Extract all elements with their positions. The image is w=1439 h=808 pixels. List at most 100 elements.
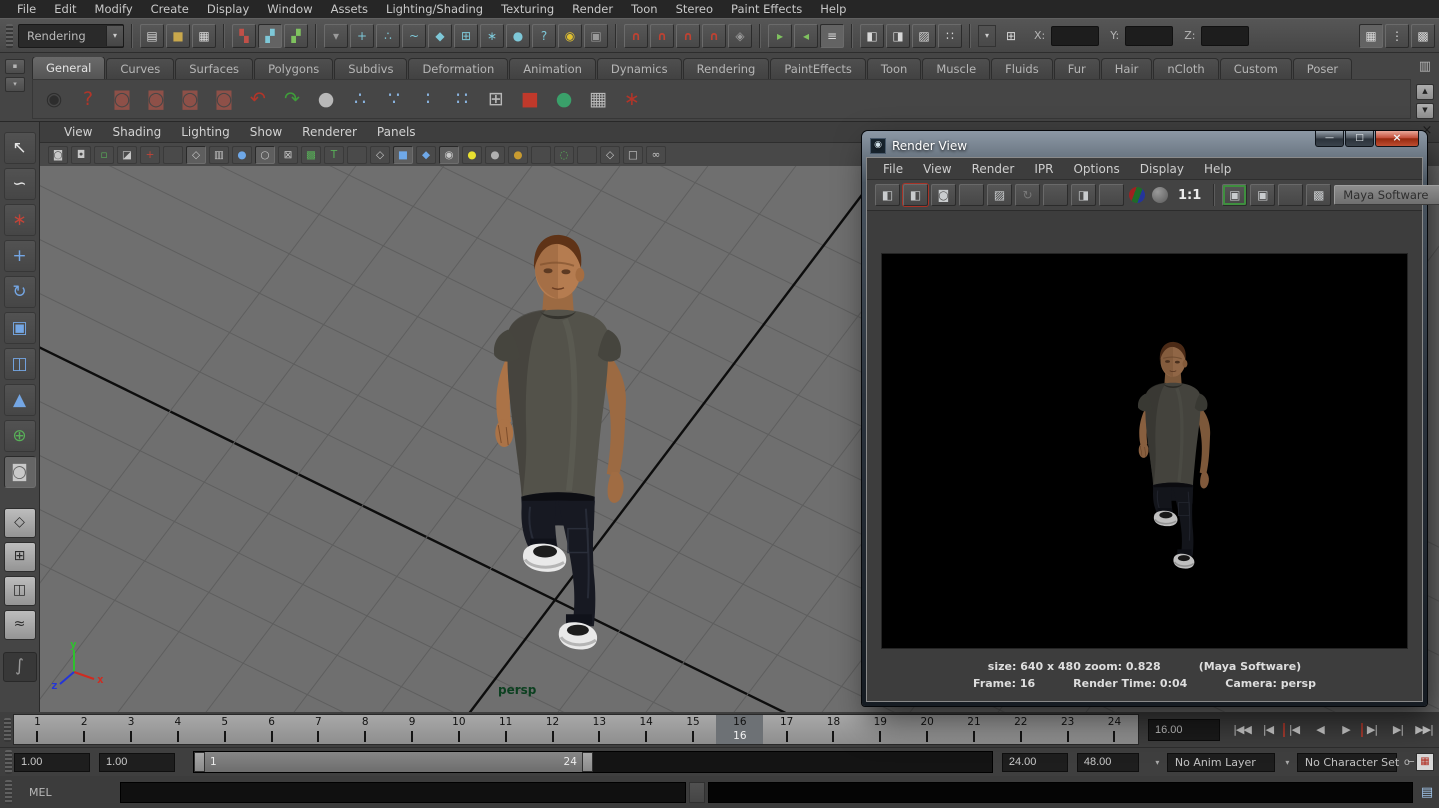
open-render-settings-icon[interactable]: ▩ xyxy=(1306,184,1331,206)
shelf-menu-toggle[interactable]: ▾ xyxy=(5,77,25,92)
paint-selection-tool[interactable]: ∗ xyxy=(4,204,36,236)
grip-handle[interactable] xyxy=(5,750,12,774)
viewport-menu-item[interactable]: Lighting xyxy=(171,125,240,139)
xray-joints-icon[interactable]: ∞ xyxy=(646,146,666,164)
menu-item[interactable]: Render xyxy=(563,0,622,18)
go-to-start-button[interactable]: |◀◀ xyxy=(1229,718,1255,742)
rendered-image[interactable] xyxy=(881,253,1408,649)
timeline-frame[interactable]: 9 xyxy=(389,715,436,744)
render-frame-icon[interactable]: ◧ xyxy=(875,184,900,206)
shelf-tab[interactable]: nCloth xyxy=(1153,58,1218,79)
step-back-key-button[interactable]: |◀ xyxy=(1281,718,1307,742)
timeline-frame[interactable]: 20 xyxy=(904,715,951,744)
show-manipulator-tool[interactable]: ⊕ xyxy=(4,420,36,452)
film-gate-icon[interactable]: ▥ xyxy=(209,146,229,164)
make-live-icon[interactable]: ◈ xyxy=(728,24,752,48)
camera-view-icon[interactable]: ◙ xyxy=(209,84,239,114)
x-coordinate-input[interactable] xyxy=(1051,26,1099,46)
chevron-down-icon[interactable]: ▾ xyxy=(106,26,123,46)
layout-four-pane[interactable]: ⊞ xyxy=(4,542,36,572)
shelf-tab[interactable]: Muscle xyxy=(922,58,990,79)
cluster-icon[interactable]: ∷ xyxy=(447,84,477,114)
universal-manipulator-tool[interactable]: ◫ xyxy=(4,348,36,380)
timeline-frame[interactable]: 13 xyxy=(576,715,623,744)
lattice-icon[interactable]: ▦ xyxy=(583,84,613,114)
redo-icon[interactable]: ↷ xyxy=(277,84,307,114)
timeline-frame[interactable]: 1 xyxy=(14,715,61,744)
shelf-tab[interactable]: Deformation xyxy=(408,58,508,79)
minimize-button[interactable]: — xyxy=(1315,131,1344,147)
default-light-icon[interactable]: ● xyxy=(462,146,482,164)
viewport-menu-item[interactable]: Show xyxy=(240,125,292,139)
menu-item[interactable]: Modify xyxy=(86,0,142,18)
shelf-tabs-toggle[interactable]: ▪ xyxy=(5,59,25,74)
timeline-frame[interactable]: 5 xyxy=(201,715,248,744)
step-forward-frame-button[interactable]: ▶| xyxy=(1385,718,1411,742)
soft-modification-tool[interactable]: ▲ xyxy=(4,384,36,416)
mask-dynamics-icon[interactable]: ∗ xyxy=(480,24,504,48)
snapshot-icon[interactable]: ◙ xyxy=(931,184,956,206)
render-view-menu-item[interactable]: IPR xyxy=(1024,162,1063,176)
viewport-menu-item[interactable]: Shading xyxy=(102,125,171,139)
lock-selection-icon[interactable]: ◉ xyxy=(558,24,582,48)
grid-icon[interactable]: ◇ xyxy=(186,146,206,164)
shelf-tab[interactable]: Polygons xyxy=(254,58,333,79)
mel-label[interactable]: MEL xyxy=(14,786,120,799)
shelf-tab[interactable]: Rendering xyxy=(683,58,770,79)
shelf-tab[interactable]: Fluids xyxy=(991,58,1053,79)
shelf-tab[interactable]: General xyxy=(32,57,105,79)
snap-view-planes-icon[interactable]: ∩ xyxy=(702,24,726,48)
viewport-menu-item[interactable]: Panels xyxy=(367,125,426,139)
grip-handle[interactable] xyxy=(5,780,12,804)
command-line-divider[interactable] xyxy=(689,782,705,803)
input-connections-icon[interactable]: ▸ xyxy=(768,24,792,48)
timeline-frame[interactable]: 15 xyxy=(670,715,717,744)
rgb-channels-icon[interactable] xyxy=(1129,187,1145,203)
camera-attributes-icon[interactable]: ◘ xyxy=(71,146,91,164)
ik-spline-icon[interactable]: ∶ xyxy=(413,84,443,114)
step-forward-key-button[interactable]: ▶| xyxy=(1359,718,1385,742)
render-view-menu-item[interactable]: Render xyxy=(962,162,1025,176)
viewport-menu-item[interactable]: View xyxy=(54,125,102,139)
menu-item[interactable]: Edit xyxy=(45,0,85,18)
mask-curves-icon[interactable]: ~ xyxy=(402,24,426,48)
select-component-icon[interactable]: ▞ xyxy=(284,24,308,48)
z-coordinate-input[interactable] xyxy=(1201,26,1249,46)
move-tool[interactable]: + xyxy=(4,240,36,272)
menu-item[interactable]: Stereo xyxy=(667,0,722,18)
camera-up-icon[interactable]: ◙ xyxy=(175,84,205,114)
delete-history-icon[interactable]: ● xyxy=(311,84,341,114)
highlight-selection-icon[interactable]: ◌ xyxy=(554,146,574,164)
keep-image-icon[interactable]: ▣ xyxy=(1222,184,1247,206)
viewport-menu-item[interactable]: Renderer xyxy=(292,125,367,139)
timeline-frame[interactable]: 17 xyxy=(763,715,810,744)
tool-settings-icon[interactable]: ⋮ xyxy=(1385,24,1409,48)
resolution-gate-icon[interactable]: ● xyxy=(232,146,252,164)
save-scene-icon[interactable]: ▦ xyxy=(192,24,216,48)
timeline-frame[interactable]: 6 xyxy=(248,715,295,744)
animation-end-input[interactable] xyxy=(1077,753,1139,772)
paint-effects-icon[interactable]: ∗ xyxy=(617,84,647,114)
range-end-handle[interactable] xyxy=(582,752,593,772)
timeline-frame[interactable]: 2 xyxy=(61,715,108,744)
playback-start-input[interactable] xyxy=(99,753,175,772)
scale-tool[interactable]: ▣ xyxy=(4,312,36,344)
highlight-selection-icon[interactable]: ▣ xyxy=(584,24,608,48)
mask-surfaces-icon[interactable]: ◆ xyxy=(428,24,452,48)
play-forwards-button[interactable]: ▶ xyxy=(1333,718,1359,742)
open-render-view-icon[interactable]: ◧ xyxy=(860,24,884,48)
set-key-icon[interactable]: o─ xyxy=(1404,757,1412,768)
gate-mask-icon[interactable]: ○ xyxy=(255,146,275,164)
shelf-tab[interactable]: Fur xyxy=(1054,58,1100,79)
playblast-icon[interactable]: ◉ xyxy=(39,84,69,114)
menu-item[interactable]: Lighting/Shading xyxy=(377,0,492,18)
command-output-field[interactable] xyxy=(708,782,1413,803)
timeline-frame[interactable]: 8 xyxy=(342,715,389,744)
joint-tool-icon[interactable]: ∴ xyxy=(345,84,375,114)
timeline-frame[interactable]: 3 xyxy=(108,715,155,744)
snap-grid-icon[interactable]: ∩ xyxy=(624,24,648,48)
render-view-menu-item[interactable]: File xyxy=(873,162,913,176)
shelf-tab[interactable]: PaintEffects xyxy=(770,58,866,79)
shelf-tab[interactable]: Toon xyxy=(867,58,921,79)
mask-rendering-icon[interactable]: ● xyxy=(506,24,530,48)
